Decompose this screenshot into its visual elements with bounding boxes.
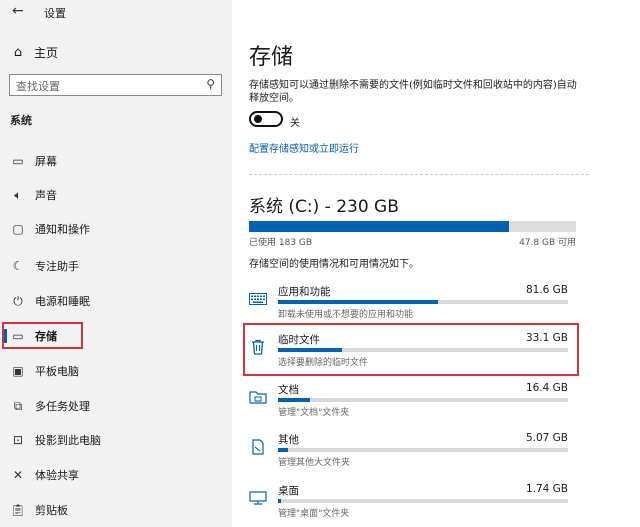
- category-description: 管理"文档"文件夹: [278, 408, 350, 418]
- search-input[interactable]: [10, 76, 190, 97]
- sidebar-item-notifications[interactable]: ▢ 通知和操作: [0, 212, 232, 246]
- storage-sense-toggle[interactable]: [249, 111, 283, 127]
- storage-highlight-box: [2, 322, 83, 349]
- sidebar-item-focus-assist[interactable]: ☾ 专注助手: [0, 249, 232, 283]
- sidebar-item-project[interactable]: ⊡ 投影到此电脑: [0, 423, 232, 457]
- search-box[interactable]: ⚲: [9, 74, 222, 97]
- category-name: 应用和功能: [278, 286, 331, 298]
- sidebar-item-sound[interactable]: 🔈︎ 声音: [0, 178, 232, 212]
- title-bar: ← 设置: [0, 0, 232, 26]
- sidebar-item-label: 声音: [35, 189, 57, 202]
- sidebar-item-clipboard[interactable]: 📋︎ 剪贴板: [0, 493, 232, 527]
- category-name: 其他: [278, 434, 299, 446]
- monitor-icon: [248, 489, 268, 507]
- category-bar: [278, 300, 568, 304]
- folder-icon: [248, 388, 268, 406]
- divider: [249, 174, 589, 175]
- category-bar: [278, 398, 568, 402]
- home-label: 主页: [34, 45, 59, 60]
- sidebar-item-label: 电源和睡眠: [35, 295, 90, 308]
- sidebar-item-label: 屏幕: [35, 155, 57, 168]
- category-documents[interactable]: 文档 16.4 GB 管理"文档"文件夹: [246, 380, 576, 424]
- drive-available-label: 47.8 GB 可用: [519, 238, 576, 248]
- category-name: 桌面: [278, 485, 299, 497]
- sidebar-item-label: 剪贴板: [35, 504, 68, 517]
- drive-title: 系统 (C:) - 230 GB: [249, 197, 399, 217]
- category-size: 81.6 GB: [525, 284, 568, 296]
- configure-storage-sense-link[interactable]: 配置存储感知或立即运行: [249, 140, 359, 155]
- toggle-state-label: 关: [290, 118, 300, 129]
- toggle-knob: [254, 115, 262, 123]
- drive-used-label: 已使用 183 GB: [249, 238, 313, 248]
- home-link[interactable]: ⌂ 主页: [10, 43, 210, 61]
- category-name: 临时文件: [278, 334, 320, 346]
- trash-icon: [248, 338, 268, 356]
- category-size: 1.74 GB: [525, 483, 568, 495]
- app-title: 设置: [44, 7, 66, 20]
- sidebar-item-label: 多任务处理: [35, 400, 90, 413]
- sidebar-item-power[interactable]: ⏻ 电源和睡眠: [0, 284, 232, 318]
- category-apps[interactable]: 应用和功能 81.6 GB 卸载未使用或不想要的应用和功能: [246, 282, 576, 326]
- category-bar-fill: [278, 398, 310, 402]
- moon-icon: ☾: [12, 259, 24, 273]
- category-other[interactable]: 其他 5.07 GB 管理其他大文件夹: [246, 430, 576, 474]
- usage-info-text: 存储空间的使用情况和可用情况如下。: [249, 259, 419, 270]
- sidebar-item-label: 投影到此电脑: [35, 434, 101, 447]
- share-icon: ✕: [12, 468, 24, 482]
- sidebar-item-label: 体验共享: [35, 469, 79, 482]
- category-description: 选择要删除的临时文件: [278, 358, 369, 368]
- category-description: 卸载未使用或不想要的应用和功能: [278, 310, 414, 320]
- category-description: 管理"桌面"文件夹: [278, 509, 350, 519]
- display-icon: ▭: [12, 154, 24, 168]
- category-name: 文档: [278, 384, 299, 396]
- sidebar-item-label: 平板电脑: [35, 365, 79, 378]
- category-desktop[interactable]: 桌面 1.74 GB 管理"桌面"文件夹: [246, 481, 576, 525]
- storage-sense-description: 存储感知可以通过删除不需要的文件(例如临时文件和回收站中的内容)自动释放空间。: [249, 80, 577, 104]
- clipboard-icon: 📋︎: [10, 503, 26, 517]
- sidebar-item-label: 通知和操作: [35, 223, 90, 236]
- category-size: 33.1 GB: [525, 332, 568, 344]
- file-icon: [248, 438, 268, 456]
- drive-usage-fill: [249, 221, 509, 232]
- sidebar-item-display[interactable]: ▭ 屏幕: [0, 144, 232, 178]
- category-bar-fill: [278, 499, 282, 503]
- category-bar-fill: [278, 348, 342, 352]
- tablet-icon: ▣: [12, 364, 24, 378]
- sidebar-item-tablet[interactable]: ▣ 平板电脑: [0, 354, 232, 388]
- power-icon: ⏻: [13, 293, 23, 308]
- category-size: 5.07 GB: [525, 432, 568, 444]
- home-icon: ⌂: [13, 44, 23, 60]
- sidebar-item-shared-experiences[interactable]: ✕ 体验共享: [0, 458, 232, 492]
- category-temp-files[interactable]: 临时文件 33.1 GB 选择要删除的临时文件: [246, 330, 576, 374]
- category-bar-fill: [278, 300, 438, 304]
- page-title: 存储: [249, 45, 294, 70]
- notification-icon: ▢: [12, 222, 24, 236]
- main-content: 存储 存储感知可以通过删除不需要的文件(例如临时文件和回收站中的内容)自动释放空…: [232, 0, 640, 527]
- category-description: 管理其他大文件夹: [278, 458, 351, 468]
- search-icon[interactable]: ⚲: [206, 77, 215, 91]
- category-bar: [278, 348, 568, 352]
- category-bar-fill: [278, 448, 289, 452]
- keyboard-icon: [248, 290, 268, 308]
- sidebar-item-label: 专注助手: [35, 260, 79, 273]
- category-size: 16.4 GB: [525, 382, 568, 394]
- category-bar: [278, 499, 568, 503]
- section-header: 系统: [10, 114, 32, 127]
- sidebar: ← 设置 ⌂ 主页 ⚲ 系统 ▭ 屏幕 🔈︎ 声音 ▢ 通知和操作 ☾ 专注助手…: [0, 0, 232, 527]
- project-icon: ⊡: [12, 433, 24, 447]
- drive-usage-bar: [249, 221, 576, 232]
- multitask-icon: ⧉: [13, 398, 23, 413]
- back-arrow-icon[interactable]: ←: [12, 3, 24, 19]
- sound-icon: 🔈︎: [14, 187, 22, 202]
- category-bar: [278, 448, 568, 452]
- sidebar-item-multitasking[interactable]: ⧉ 多任务处理: [0, 389, 232, 423]
